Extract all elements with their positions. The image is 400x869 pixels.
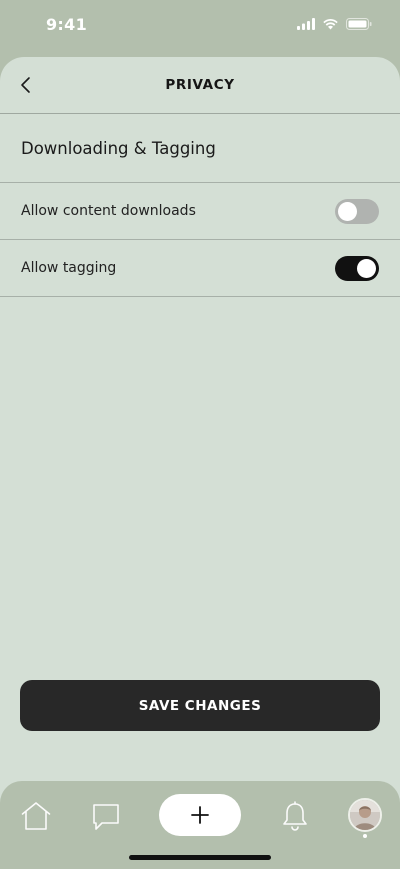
home-icon (21, 802, 51, 830)
status-time: 9:41 (46, 14, 87, 34)
home-indicator[interactable] (129, 855, 271, 860)
tab-home[interactable] (19, 799, 53, 833)
setting-label: Allow content downloads (21, 203, 196, 219)
cellular-signal-icon (297, 18, 315, 30)
profile-photo (350, 800, 380, 830)
plus-icon (191, 806, 209, 824)
compose-button[interactable] (159, 794, 241, 836)
bell-icon (283, 801, 307, 831)
header: PRIVACY (0, 57, 400, 114)
tab-bar (0, 781, 400, 869)
setting-label: Allow tagging (21, 260, 117, 276)
content-downloads-toggle[interactable] (335, 198, 379, 224)
page-title: PRIVACY (165, 77, 235, 93)
tab-notifications[interactable] (279, 800, 311, 832)
status-bar: 9:41 (0, 0, 400, 50)
status-icons (297, 18, 372, 30)
tagging-toggle[interactable] (335, 255, 379, 281)
toggle-knob (357, 258, 376, 278)
save-changes-button[interactable]: SAVE CHANGES (20, 680, 380, 731)
toggle-knob (338, 201, 357, 221)
setting-row-content-downloads: Allow content downloads (0, 183, 400, 240)
privacy-settings-card: PRIVACY Downloading & Tagging Allow cont… (0, 57, 400, 869)
avatar[interactable] (348, 798, 382, 832)
setting-row-tagging: Allow tagging (0, 240, 400, 297)
active-tab-indicator (363, 834, 367, 838)
wifi-icon (323, 19, 338, 30)
chevron-left-icon (21, 77, 30, 93)
tab-messages[interactable] (90, 801, 122, 833)
chat-bubble-icon (93, 804, 119, 830)
back-button[interactable] (14, 73, 38, 97)
battery-icon (346, 18, 372, 30)
section-heading: Downloading & Tagging (0, 114, 400, 183)
